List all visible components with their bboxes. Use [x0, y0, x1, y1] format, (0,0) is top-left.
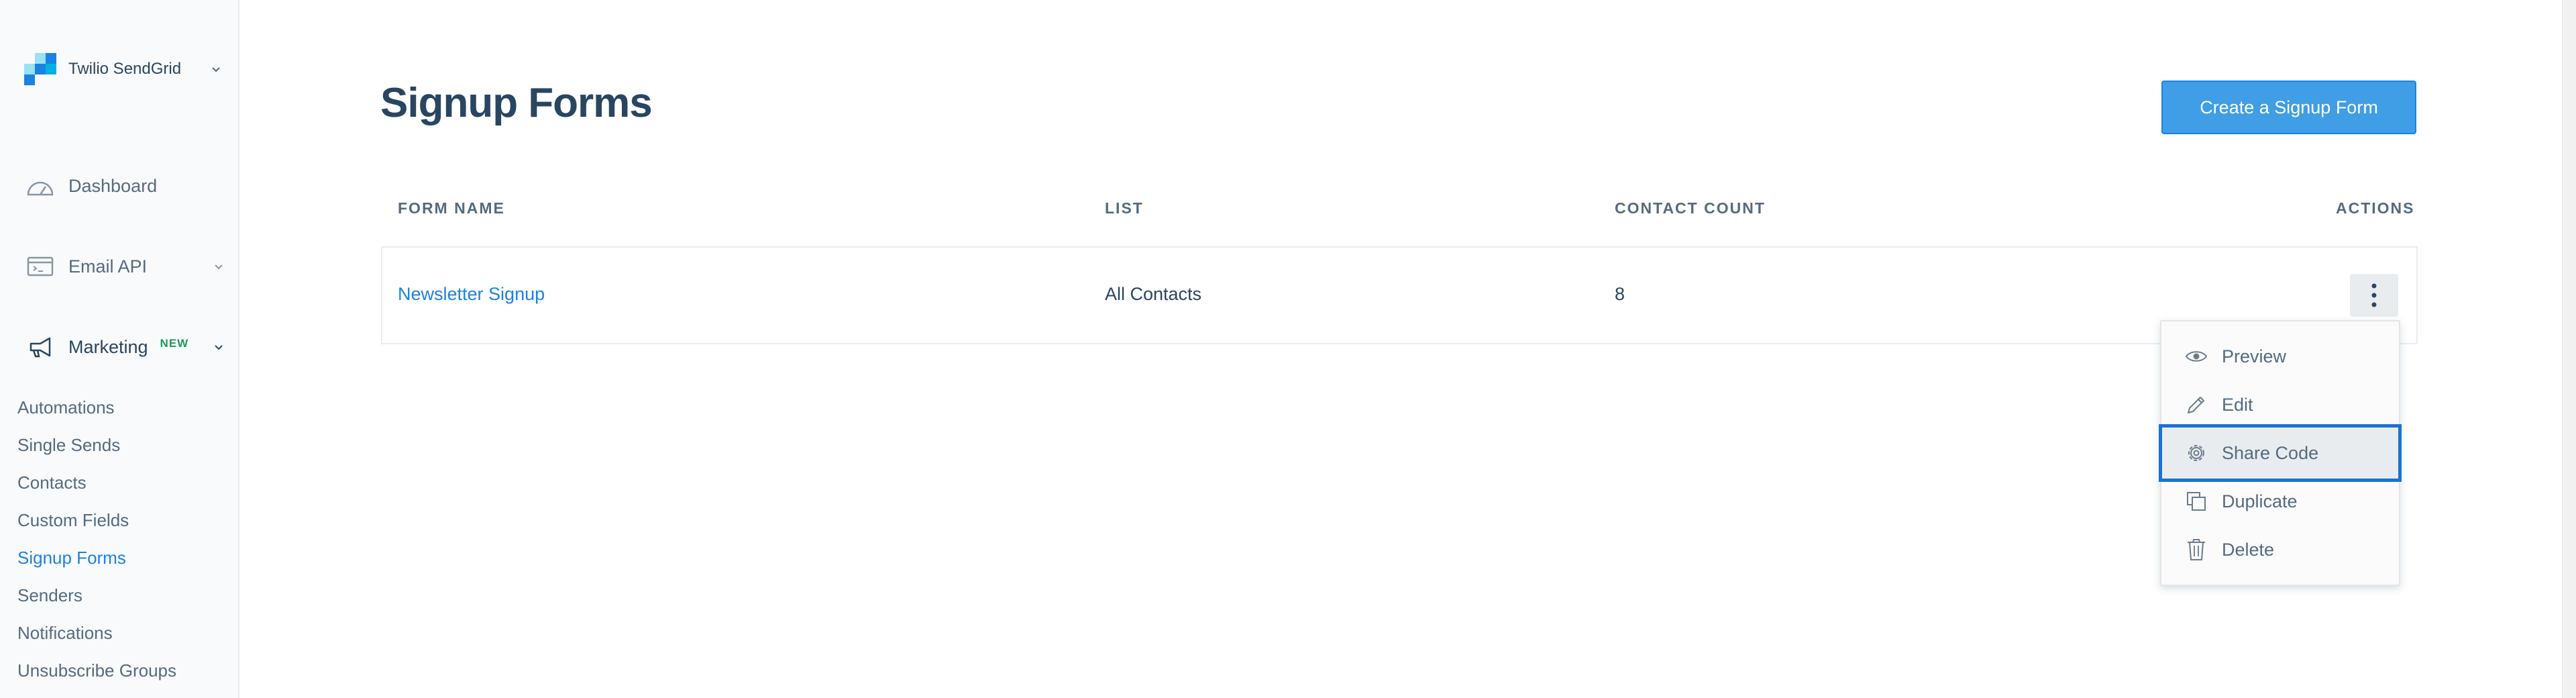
table-row: Newsletter Signup All Contacts 8 — [381, 246, 2418, 344]
sidebar-item-label: Email API — [68, 256, 148, 277]
chevron-down-icon — [215, 345, 223, 350]
sidebar-subitem-notifications[interactable]: Notifications — [17, 623, 113, 644]
page-title: Signup Forms — [380, 80, 653, 126]
menu-item-delete[interactable]: Delete — [2161, 526, 2399, 574]
chevron-down-icon — [212, 67, 220, 72]
megaphone-icon — [24, 334, 56, 360]
menu-item-edit[interactable]: Edit — [2161, 381, 2399, 429]
gear-icon — [2183, 440, 2210, 466]
dashboard-gauge-icon — [24, 172, 56, 199]
trash-icon — [2183, 536, 2210, 563]
sidebar-item-dashboard[interactable]: Dashboard — [24, 172, 157, 199]
menu-item-label: Duplicate — [2222, 491, 2298, 511]
sidebar-item-marketing[interactable]: Marketing NEW — [24, 334, 223, 360]
copy-icon — [2183, 488, 2210, 515]
menu-item-label: Share Code — [2222, 442, 2319, 463]
sidebar-subitem-senders[interactable]: Senders — [17, 585, 83, 606]
sidebar-subitem-custom-fields[interactable]: Custom Fields — [17, 510, 129, 531]
sidebar-subitem-single-sends[interactable]: Single Sends — [17, 435, 120, 456]
menu-item-label: Delete — [2222, 539, 2275, 560]
menu-item-duplicate[interactable]: Duplicate — [2161, 477, 2399, 526]
sidebar-item-label: Dashboard — [68, 175, 158, 196]
new-badge: NEW — [160, 337, 189, 350]
pencil-icon — [2183, 391, 2210, 418]
sidebar-item-label: Marketing — [68, 336, 148, 357]
form-name-link[interactable]: Newsletter Signup — [398, 284, 545, 305]
column-header-actions: ACTIONS — [2336, 199, 2415, 217]
account-switcher[interactable]: Twilio SendGrid — [24, 52, 221, 86]
menu-item-label: Preview — [2222, 346, 2287, 366]
menu-item-preview[interactable]: Preview — [2161, 332, 2399, 381]
sidebar-item-email-api[interactable]: Email API — [24, 253, 223, 280]
column-header-form-name: FORM NAME — [398, 199, 505, 217]
account-name: Twilio SendGrid — [68, 60, 182, 78]
sidebar-subitem-automations[interactable]: Automations — [17, 397, 115, 418]
more-vertical-icon — [2371, 283, 2377, 307]
sendgrid-logo — [24, 53, 56, 85]
row-actions-button[interactable] — [2350, 274, 2398, 317]
code-window-icon — [24, 253, 56, 280]
eye-icon — [2183, 343, 2210, 370]
column-header-contact-count: CONTACT COUNT — [1615, 199, 1766, 217]
sidebar-subitem-unsubscribe-groups[interactable]: Unsubscribe Groups — [17, 660, 176, 681]
column-header-list: LIST — [1105, 199, 1144, 217]
create-signup-form-button[interactable]: Create a Signup Form — [2161, 81, 2416, 134]
sidebar-subitem-contacts[interactable]: Contacts — [17, 472, 87, 493]
chevron-down-icon — [215, 264, 223, 270]
sidebar-subitem-signup-forms[interactable]: Signup Forms — [17, 548, 126, 568]
row-actions-menu: Preview Edit Share Code Duplicate Delete — [2159, 320, 2402, 586]
menu-item-label: Edit — [2222, 394, 2253, 415]
page-scrollbar[interactable] — [2562, 0, 2576, 698]
menu-item-share-code[interactable]: Share Code — [2159, 424, 2402, 482]
sidebar: Twilio SendGrid Dashboard Email API Mark… — [0, 0, 239, 698]
list-cell: All Contacts — [1105, 284, 1202, 304]
contact-count-cell: 8 — [1615, 284, 1625, 304]
